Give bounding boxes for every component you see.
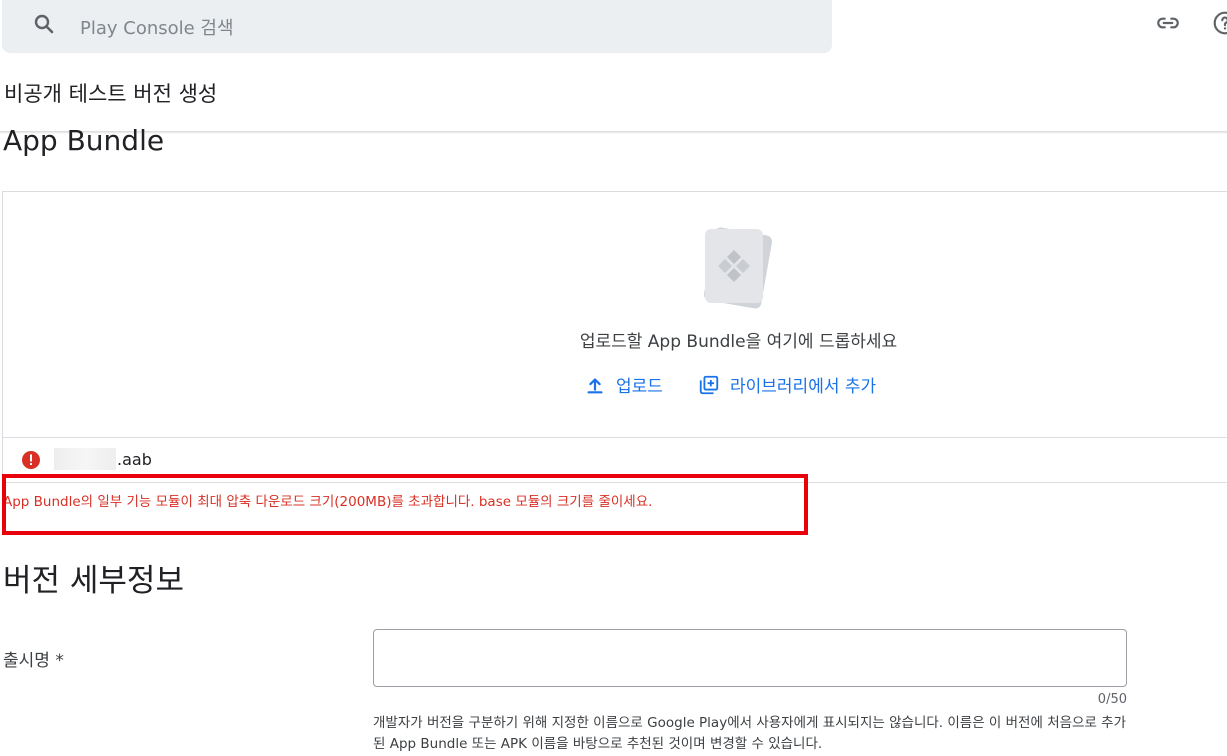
page-title: 비공개 테스트 버전 생성: [4, 82, 218, 106]
bundle-file-illustration-icon: [703, 227, 773, 309]
release-details-title: 버전 세부정보: [3, 563, 184, 599]
add-from-library-label: 라이브러리에서 추가: [730, 377, 877, 397]
library-add-icon: [699, 375, 719, 394]
search-icon: [34, 14, 54, 34]
search-bar[interactable]: Play Console 검색: [2, 0, 832, 53]
upload-label: 업로드: [616, 377, 663, 397]
drop-hint: 업로드할 App Bundle을 여기에 드롭하세요: [579, 332, 898, 352]
header-divider: [0, 131, 1227, 134]
release-name-input[interactable]: [373, 629, 1127, 687]
upload-icon: [587, 377, 603, 393]
char-counter: 0/50: [1097, 692, 1127, 707]
release-name-helper-text: 개발자가 버전을 구분하기 위해 지정한 이름으로 Google Play에서 …: [373, 715, 1126, 752]
upload-button[interactable]: 업로드: [584, 372, 663, 397]
error-icon: [22, 451, 40, 469]
release-name-label: 출시명 *: [3, 651, 64, 671]
link-icon[interactable]: [1155, 10, 1181, 36]
uploaded-file-name: .aab: [117, 450, 152, 469]
highlight-annotation-box: [2, 474, 808, 535]
file-row-divider: [3, 437, 1227, 438]
search-input[interactable]: Play Console 검색: [80, 14, 234, 40]
filename-redacted: [54, 448, 116, 470]
add-from-library-button[interactable]: 라이브러리에서 추가: [698, 372, 876, 397]
app-bundle-section-title: App Bundle: [3, 124, 165, 157]
help-icon[interactable]: [1212, 10, 1227, 36]
